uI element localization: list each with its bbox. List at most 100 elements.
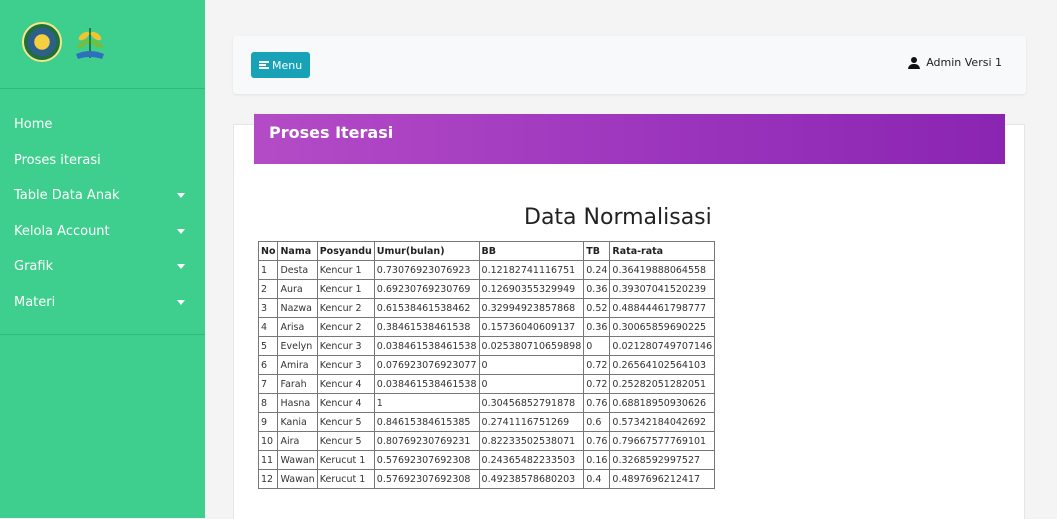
- plant-logo-icon: [76, 28, 104, 59]
- table-cell: 0.4: [583, 469, 611, 489]
- sidebar-item-label: Materi: [14, 294, 56, 310]
- table-cell: 0.84615384615385: [373, 412, 480, 432]
- table-cell: Kerucut 1: [316, 450, 375, 470]
- table-cell: Kencur 5: [316, 431, 375, 451]
- table-cell: 2: [257, 279, 279, 299]
- sidebar-item-label: Table Data Anak: [14, 188, 120, 204]
- table-cell: 7: [257, 374, 279, 394]
- table-cell: 0.30065859690225: [609, 317, 716, 337]
- table-cell: 0: [583, 336, 611, 356]
- table-cell: 8: [257, 393, 279, 413]
- table-cell: 0.72: [583, 355, 611, 375]
- sidebar-nav: Home Proses iterasi Table Data Anak Kelo…: [0, 107, 205, 320]
- table-cell: Kencur 4: [316, 393, 375, 413]
- table-cell: 0.021280749707146: [609, 336, 716, 356]
- table-cell: 0.26564102564103: [609, 355, 716, 375]
- main-content: Menu Admin Versi 1 Proses Iterasi Data N…: [205, 0, 1057, 519]
- table-row: 7 Farah Kencur 4 0.038461538461538 0 0.72 0.25…: [257, 374, 716, 394]
- table-cell: 0.38461538461538: [373, 317, 480, 337]
- sidebar-item-home[interactable]: Home: [0, 107, 205, 143]
- table-row: 4 Arisa Kencur 2 0.38461538461538 0.15736040…: [257, 317, 716, 337]
- column-header: Posyandu: [316, 241, 375, 261]
- table-cell: 0.6: [583, 412, 611, 432]
- table-cell: Aura: [277, 279, 318, 299]
- user-menu[interactable]: Admin Versi 1: [908, 56, 1002, 69]
- table-row: 1 Desta Kencur 1 0.73076923076923 0.12182741…: [257, 260, 716, 280]
- chevron-down-icon: [177, 299, 185, 305]
- table-title: Data Normalisasi: [524, 205, 712, 230]
- table-cell: 1: [257, 260, 279, 280]
- user-icon: [908, 56, 921, 69]
- table-cell: Wawan: [277, 469, 318, 489]
- chevron-down-icon: [177, 264, 185, 270]
- table-cell: 0.25282051282051: [609, 374, 716, 394]
- table-cell: 4: [257, 317, 279, 337]
- table-row: 12 Wawan Kerucut 1 0.57692307692308 0.492385…: [257, 469, 716, 489]
- sidebar-item-kelola-account[interactable]: Kelola Account: [0, 214, 205, 250]
- table-cell: 0.4897696212417: [609, 469, 716, 489]
- table-cell: 0.24365482233503: [478, 450, 585, 470]
- table-cell: 0.52: [583, 298, 611, 318]
- table-cell: 0.038461538461538: [373, 336, 480, 356]
- table-cell: Kencur 2: [316, 317, 375, 337]
- table-cell: 0.73076923076923: [373, 260, 480, 280]
- sidebar-item-label: Home: [14, 117, 53, 133]
- table-cell: Desta: [277, 260, 318, 280]
- table-cell: Kencur 5: [316, 412, 375, 432]
- column-header: Nama: [277, 241, 318, 261]
- table-cell: 12: [257, 469, 279, 489]
- menu-icon: [259, 61, 269, 69]
- sidebar-divider: [0, 334, 205, 335]
- sidebar-item-materi[interactable]: Materi: [0, 285, 205, 321]
- table-cell: 0.2741116751269: [478, 412, 585, 432]
- table-cell: 0.36419888064558: [609, 260, 716, 280]
- sidebar-item-label: Grafik: [14, 259, 54, 275]
- table-cell: Nazwa: [277, 298, 318, 318]
- table-cell: Arisa: [277, 317, 318, 337]
- table-cell: 0.76: [583, 431, 611, 451]
- table-row: 11 Wawan Kerucut 1 0.57692307692308 0.243654…: [257, 450, 716, 470]
- table-cell: 3: [257, 298, 279, 318]
- table-cell: Kania: [277, 412, 318, 432]
- table-cell: 0.15736040609137: [478, 317, 585, 337]
- table-cell: 0.57692307692308: [373, 450, 480, 470]
- column-header: No: [257, 241, 279, 261]
- table-cell: 0.79667577769101: [609, 431, 716, 451]
- table-cell: 0.32994923857868: [478, 298, 585, 318]
- content-card: Proses Iterasi Data Normalisasi No Nama …: [233, 114, 1025, 519]
- table-cell: 0.68818950930626: [609, 393, 716, 413]
- table-cell: 0.16: [583, 450, 611, 470]
- table-body: 1 Desta Kencur 1 0.73076923076923 0.12182741…: [257, 260, 716, 489]
- menu-toggle-button[interactable]: Menu: [251, 52, 311, 78]
- table-cell: 0: [478, 355, 585, 375]
- table-cell: 0.038461538461538: [373, 374, 480, 394]
- table-row: 3 Nazwa Kencur 2 0.61538461538462 0.32994923…: [257, 298, 716, 318]
- table-cell: 0.57342184042692: [609, 412, 716, 432]
- table-row: 6 Amira Kencur 3 0.076923076923077 0 0.72 0.26…: [257, 355, 716, 375]
- table-cell: 0.69230769230769: [373, 279, 480, 299]
- card-title: Proses Iterasi: [269, 123, 394, 142]
- table-cell: 0.36: [583, 317, 611, 337]
- table-cell: Amira: [277, 355, 318, 375]
- sidebar-item-grafik[interactable]: Grafik: [0, 249, 205, 285]
- table-cell: Aira: [277, 431, 318, 451]
- sidebar-item-label: Kelola Account: [14, 223, 110, 239]
- table-cell: Kencur 3: [316, 355, 375, 375]
- menu-button-label: Menu: [272, 58, 303, 72]
- table-cell: Kencur 3: [316, 336, 375, 356]
- sidebar-item-proses-iterasi[interactable]: Proses iterasi: [0, 143, 205, 179]
- table-row: 9 Kania Kencur 5 0.84615384615385 0.27411167…: [257, 412, 716, 432]
- table-cell: 0.39307041520239: [609, 279, 716, 299]
- table-cell: 11: [257, 450, 279, 470]
- table-cell: 0.3268592997527: [609, 450, 716, 470]
- sidebar-item-table-data-anak[interactable]: Table Data Anak: [0, 178, 205, 214]
- column-header: TB: [583, 241, 611, 261]
- table-cell: 0.80769230769231: [373, 431, 480, 451]
- user-name: Admin Versi 1: [926, 56, 1002, 69]
- sidebar-item-label: Proses iterasi: [14, 152, 101, 168]
- table-cell: 9: [257, 412, 279, 432]
- table-cell: 0.61538461538462: [373, 298, 480, 318]
- table-row: 2 Aura Kencur 1 0.69230769230769 0.126903553…: [257, 279, 716, 299]
- card-header: Proses Iterasi: [254, 114, 1005, 164]
- sidebar-divider: [0, 88, 205, 89]
